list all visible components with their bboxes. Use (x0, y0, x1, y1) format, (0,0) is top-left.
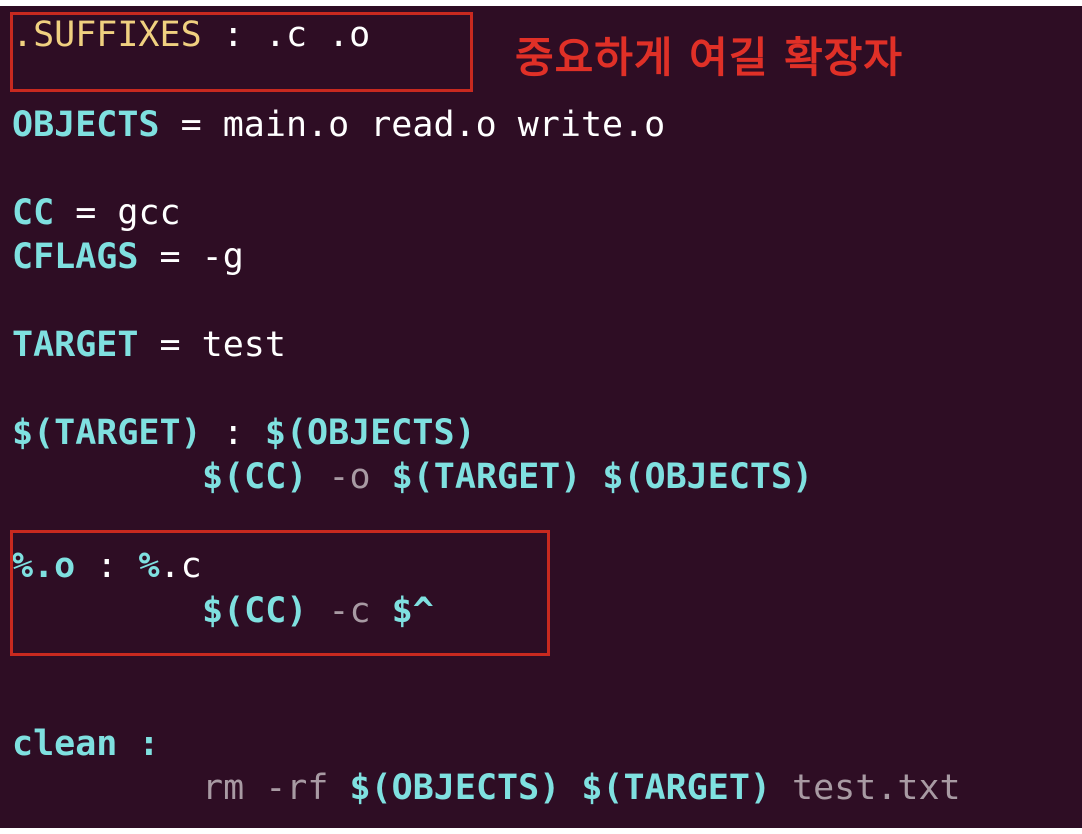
cflags-op: = (138, 237, 202, 277)
target-var: TARGET (12, 325, 139, 365)
clean-cmd-line: rm -rf $(OBJECTS) $(TARGET) test.txt (12, 766, 961, 810)
objects-var: OBJECTS (12, 105, 160, 145)
clean-target: clean (12, 724, 118, 764)
clean-rule-line: clean : (12, 722, 160, 766)
cc-line: CC = gcc (12, 191, 181, 235)
objects-value: main.o read.o write.o (222, 105, 666, 145)
pattern-rule-highlight-box (10, 530, 550, 656)
target-rule-target: $(TARGET) (12, 413, 202, 453)
objects-line: OBJECTS = main.o read.o write.o (12, 103, 665, 147)
cc-value: gcc (117, 193, 181, 233)
target-rule-sep: : (201, 413, 265, 453)
clean-cmd-objs: $(OBJECTS) (349, 768, 561, 808)
target-rule-deps: $(OBJECTS) (264, 413, 476, 453)
target-op: = (138, 325, 202, 365)
suffixes-highlight-box (10, 12, 473, 92)
clean-cmd-rm: rm -rf (202, 768, 350, 808)
clean-cmd-target: $(TARGET) (581, 768, 771, 808)
cc-op: = (54, 193, 118, 233)
target-cmd-line: $(CC) -o $(TARGET) $(OBJECTS) (12, 455, 813, 499)
clean-sep: : (117, 724, 160, 764)
clean-cmd-file: test.txt (770, 768, 961, 808)
target-cmd-cc: $(CC) (202, 457, 308, 497)
objects-op: = (159, 105, 223, 145)
target-value: test (201, 325, 286, 365)
target-var-line: TARGET = test (12, 323, 286, 367)
target-rule-line: $(TARGET) : $(OBJECTS) (12, 411, 476, 455)
cflags-var: CFLAGS (12, 237, 139, 277)
cc-var: CC (12, 193, 55, 233)
target-cmd-objs: $(OBJECTS) (581, 457, 814, 497)
annotation-label: 중요하게 여길 확장자 (515, 33, 904, 82)
target-cmd-flag: -o (307, 457, 392, 497)
cflags-line: CFLAGS = -g (12, 235, 244, 279)
cflags-value: -g (201, 237, 244, 277)
terminal-window: .SUFFIXES : .c .o 중요하게 여길 확장자 OBJECTS = … (0, 6, 1082, 828)
target-cmd-target: $(TARGET) (391, 457, 582, 497)
clean-cmd-space (560, 768, 581, 808)
